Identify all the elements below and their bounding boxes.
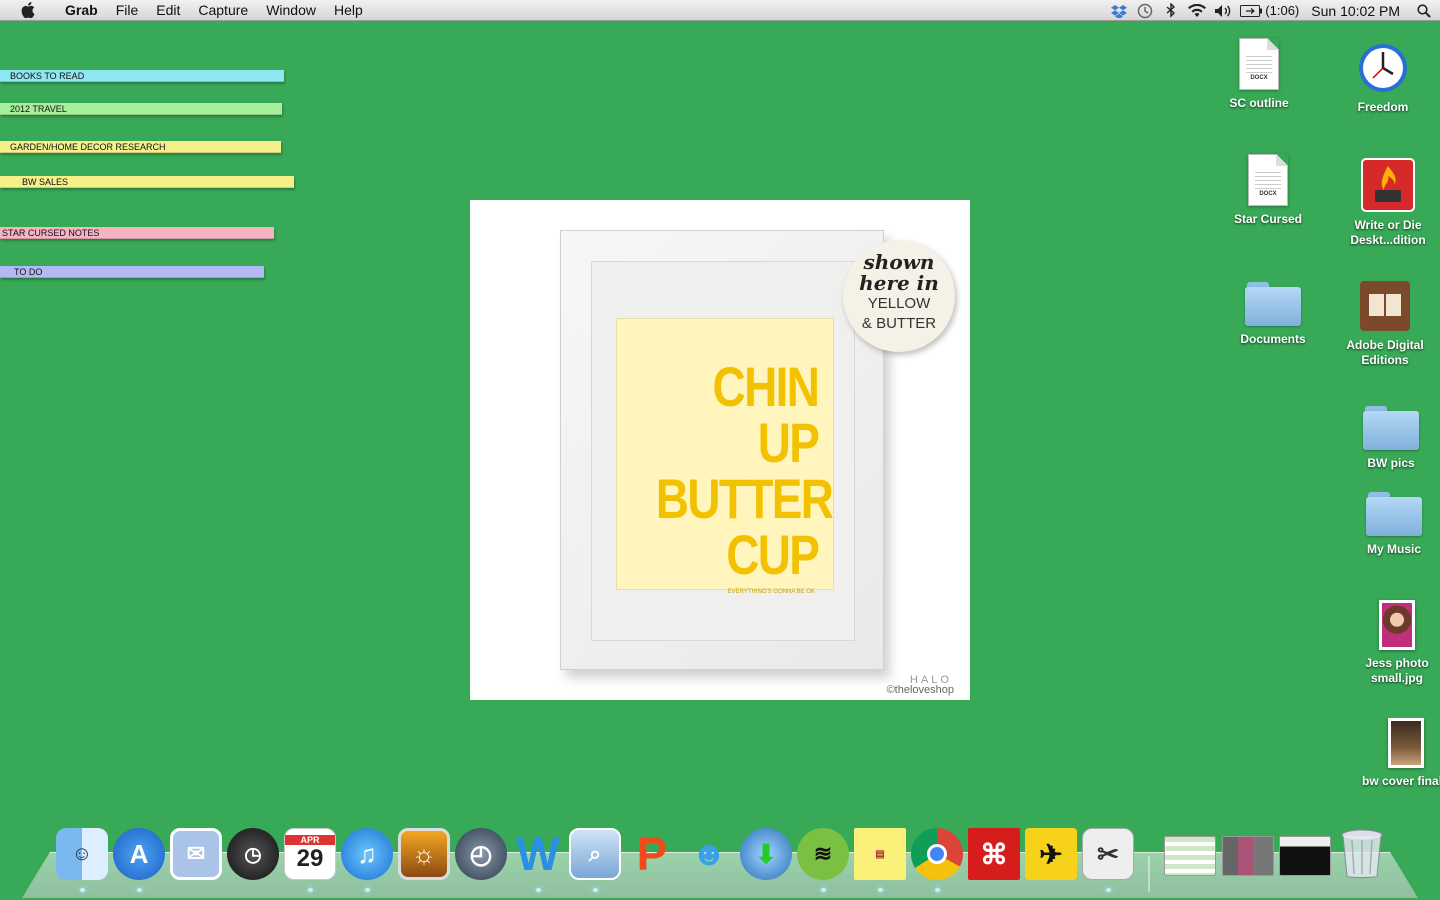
word-icon[interactable]: W bbox=[512, 828, 564, 892]
calendar-day: 29 bbox=[296, 845, 324, 872]
time-machine-icon[interactable] bbox=[1132, 0, 1158, 21]
image-file-icon bbox=[1379, 600, 1415, 650]
desktop-icon-write-or-die[interactable]: Write or Die Deskt...dition bbox=[1333, 158, 1440, 248]
dashboard-icon[interactable]: ◷ bbox=[227, 828, 279, 880]
powerpoint-icon[interactable]: P bbox=[626, 828, 678, 880]
menu-file[interactable]: File bbox=[107, 0, 148, 21]
dropbox-icon[interactable] bbox=[1106, 0, 1132, 21]
calendar-month: APR bbox=[285, 835, 335, 845]
battery-time: (1:06) bbox=[1265, 3, 1300, 18]
color-seal-badge: shown here in YELLOW & BUTTER bbox=[843, 240, 955, 352]
spotlight-search-icon[interactable] bbox=[1408, 0, 1440, 21]
trash-can-shape bbox=[1341, 829, 1383, 878]
apple-icon[interactable] bbox=[0, 2, 56, 18]
downloader-icon[interactable]: ⬇ bbox=[740, 828, 792, 880]
docx-file-icon: DOCX bbox=[1248, 154, 1288, 206]
poster-line-1: CHIN UP bbox=[712, 355, 820, 474]
clock-icon bbox=[1359, 44, 1407, 92]
battery-icon bbox=[1240, 4, 1263, 17]
typewriter-fire-icon bbox=[1361, 158, 1415, 212]
tweet-icon[interactable]: ✈ bbox=[1025, 828, 1077, 880]
status-area: (1:06) Sun 10:02 PM bbox=[1106, 0, 1440, 21]
desktop-icon-adobe-digital-editions[interactable]: Adobe Digital Editions bbox=[1330, 280, 1440, 368]
menu-capture[interactable]: Capture bbox=[189, 0, 257, 21]
menu-help[interactable]: Help bbox=[325, 0, 372, 21]
mail-icon[interactable]: ✉ bbox=[170, 828, 222, 880]
seal-line-3: YELLOW bbox=[867, 295, 931, 312]
preview-icon[interactable]: ⌕ bbox=[569, 828, 621, 892]
desktop-icon-sc-outline[interactable]: DOCX SC outline bbox=[1204, 38, 1314, 111]
desktop-icon-label: Star Cursed bbox=[1233, 212, 1303, 226]
chrome-icon[interactable] bbox=[911, 828, 963, 892]
menu-window[interactable]: Window bbox=[257, 0, 325, 21]
docx-file-icon: DOCX bbox=[1239, 38, 1279, 90]
finder-icon[interactable]: ☺ bbox=[56, 828, 108, 892]
brand-loveshop: ©theloveshop bbox=[886, 684, 954, 696]
desktop-icon-bw-cover[interactable]: bw cover final bbox=[1350, 718, 1440, 789]
stickies-icon[interactable]: ▤ bbox=[854, 828, 906, 892]
desktop-icon-bw-pics[interactable]: BW pics bbox=[1336, 406, 1440, 471]
desktop-icon-star-cursed[interactable]: DOCX Star Cursed bbox=[1213, 154, 1323, 227]
desktop-icon-label: Jess photo small.jpg bbox=[1365, 656, 1429, 685]
menu-bar: Grab File Edit Capture Window Help (1:06… bbox=[0, 0, 1440, 21]
grab-icon[interactable]: ✂ bbox=[1082, 828, 1134, 892]
desktop-icon-label: BW pics bbox=[1367, 456, 1415, 470]
window-thumb-1[interactable] bbox=[1164, 828, 1218, 880]
desktop-icon-my-music[interactable]: My Music bbox=[1339, 492, 1440, 557]
bluetooth-icon[interactable] bbox=[1158, 0, 1184, 21]
picture-frame: CHIN UP BUTTER CUP EVERYTHING'S GONNA BE… bbox=[560, 230, 884, 670]
poster-line-3: CUP bbox=[726, 523, 820, 586]
desktop-icon-label: Freedom bbox=[1357, 100, 1409, 114]
book-reader-icon bbox=[1360, 281, 1410, 331]
image-file-icon bbox=[1388, 718, 1424, 768]
frame-mat: CHIN UP BUTTER CUP EVERYTHING'S GONNA BE… bbox=[591, 261, 855, 641]
desktop-icon-label: Write or Die Deskt...dition bbox=[1350, 218, 1426, 247]
desktop-icon-label: bw cover final bbox=[1362, 774, 1440, 788]
sticky-2012-travel[interactable]: 2012 TRAVEL bbox=[0, 103, 282, 115]
desktop-icon-label: SC outline bbox=[1229, 96, 1289, 110]
poster-print: CHIN UP BUTTER CUP EVERYTHING'S GONNA BE… bbox=[616, 318, 834, 595]
battery-status[interactable]: (1:06) bbox=[1236, 3, 1303, 18]
time-machine-icon-dock[interactable]: ◴ bbox=[455, 828, 507, 880]
poster-tagline: EVERYTHING'S GONNA BE OK bbox=[727, 589, 815, 595]
desktop-icon-label: My Music bbox=[1366, 542, 1421, 556]
desktop-icon-freedom[interactable]: Freedom bbox=[1328, 42, 1438, 115]
app-store-icon[interactable]: A bbox=[113, 828, 165, 892]
desktop-icon-documents[interactable]: Documents bbox=[1218, 282, 1328, 347]
wifi-icon[interactable] bbox=[1184, 0, 1210, 21]
sticky-books-to-read[interactable]: BOOKS TO READ bbox=[0, 70, 284, 82]
dock-separator bbox=[1148, 856, 1150, 892]
iphoto-icon[interactable]: ☼ bbox=[398, 828, 450, 880]
calendar-icon[interactable]: APR 29 bbox=[284, 828, 336, 892]
window-thumb-3[interactable] bbox=[1279, 828, 1333, 880]
poster-line-2: BUTTER bbox=[655, 467, 834, 530]
folder-icon bbox=[1366, 492, 1422, 536]
window-thumb-2[interactable] bbox=[1222, 828, 1276, 880]
volume-icon[interactable] bbox=[1210, 0, 1236, 21]
messenger-icon[interactable]: ☻ bbox=[683, 828, 735, 880]
spotify-icon[interactable]: ≋ bbox=[797, 828, 849, 892]
sticky-star-cursed-notes[interactable]: STAR CURSED NOTES bbox=[0, 227, 274, 239]
folder-icon bbox=[1245, 282, 1301, 326]
sticky-garden-home-decor[interactable]: GARDEN/HOME DECOR RESEARCH bbox=[0, 141, 281, 153]
clock[interactable]: Sun 10:02 PM bbox=[1303, 3, 1408, 19]
itunes-icon[interactable]: ♫ bbox=[341, 828, 393, 892]
sticky-to-do[interactable]: TO DO bbox=[0, 266, 264, 278]
trash-icon[interactable] bbox=[1338, 828, 1390, 880]
sticky-bw-sales[interactable]: BW SALES bbox=[0, 176, 294, 188]
seal-line-2: here in bbox=[859, 271, 939, 295]
acrobat-icon[interactable]: ⌘ bbox=[968, 828, 1020, 880]
desktop-icon-label: Documents bbox=[1240, 332, 1306, 346]
seal-line-4: & BUTTER bbox=[861, 315, 937, 332]
desktop-icon-jess-photo[interactable]: Jess photo small.jpg bbox=[1342, 600, 1440, 686]
desktop-icon-label: Adobe Digital Editions bbox=[1346, 338, 1424, 367]
poster-image-window[interactable]: CHIN UP BUTTER CUP EVERYTHING'S GONNA BE… bbox=[470, 200, 970, 700]
menu-app-name[interactable]: Grab bbox=[56, 0, 107, 21]
menu-edit[interactable]: Edit bbox=[147, 0, 189, 21]
folder-icon bbox=[1363, 406, 1419, 450]
seal-line-1: shown bbox=[863, 250, 935, 274]
